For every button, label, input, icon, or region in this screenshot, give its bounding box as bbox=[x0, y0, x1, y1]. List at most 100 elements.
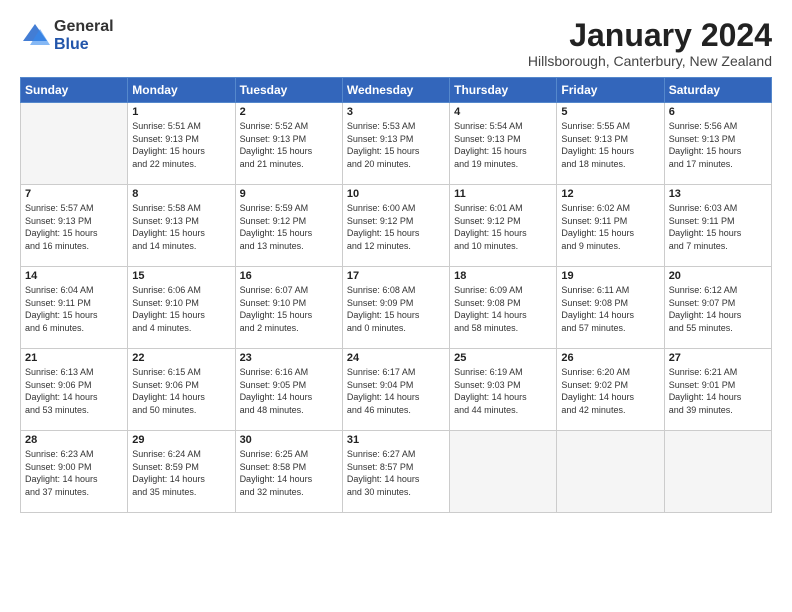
day-number: 19 bbox=[561, 270, 659, 282]
cell-details: Sunrise: 6:15 AMSunset: 9:06 PMDaylight:… bbox=[132, 366, 230, 416]
day-number: 10 bbox=[347, 188, 445, 200]
day-number: 4 bbox=[454, 106, 552, 118]
day-number: 8 bbox=[132, 188, 230, 200]
cell-details: Sunrise: 6:00 AMSunset: 9:12 PMDaylight:… bbox=[347, 202, 445, 252]
cell-details: Sunrise: 5:59 AMSunset: 9:12 PMDaylight:… bbox=[240, 202, 338, 252]
calendar-cell bbox=[557, 431, 664, 513]
calendar-cell: 19 Sunrise: 6:11 AMSunset: 9:08 PMDayligh… bbox=[557, 267, 664, 349]
calendar-cell: 24Sunrise: 6:17 AMSunset: 9:04 PMDayligh… bbox=[342, 349, 449, 431]
day-number: 9 bbox=[240, 188, 338, 200]
day-number: 23 bbox=[240, 352, 338, 364]
cell-details: Sunrise: 5:57 AMSunset: 9:13 PMDaylight:… bbox=[25, 202, 123, 252]
day-number: 14 bbox=[25, 270, 123, 282]
weekday-header-row: SundayMondayTuesdayWednesdayThursdayFrid… bbox=[21, 78, 772, 103]
calendar-cell: 21 Sunrise: 6:13 AMSunset: 9:06 PMDayligh… bbox=[21, 349, 128, 431]
weekday-header-thursday: Thursday bbox=[450, 78, 557, 103]
weekday-header-tuesday: Tuesday bbox=[235, 78, 342, 103]
cell-details: Sunrise: 6:27 AMSunset: 8:57 PMDaylight:… bbox=[347, 448, 445, 498]
cell-details: Sunrise: 6:09 AMSunset: 9:08 PMDaylight:… bbox=[454, 284, 552, 334]
cell-details: Sunrise: 5:51 AMSunset: 9:13 PMDaylight:… bbox=[132, 120, 230, 170]
cell-details: Sunrise: 6:17 AMSunset: 9:04 PMDaylight:… bbox=[347, 366, 445, 416]
day-number: 3 bbox=[347, 106, 445, 118]
day-number: 17 bbox=[347, 270, 445, 282]
cell-details: Sunrise: 6:06 AMSunset: 9:10 PMDaylight:… bbox=[132, 284, 230, 334]
day-number: 15 bbox=[132, 270, 230, 282]
day-number: 21 bbox=[25, 352, 123, 364]
cell-details: Sunrise: 6:08 AMSunset: 9:09 PMDaylight:… bbox=[347, 284, 445, 334]
logo-text: General Blue bbox=[54, 18, 114, 53]
calendar-cell: 9 Sunrise: 5:59 AMSunset: 9:12 PMDaylight… bbox=[235, 185, 342, 267]
weekday-header-friday: Friday bbox=[557, 78, 664, 103]
calendar-cell bbox=[664, 431, 771, 513]
logo-blue: Blue bbox=[54, 36, 114, 54]
calendar-cell: 11Sunrise: 6:01 AMSunset: 9:12 PMDayligh… bbox=[450, 185, 557, 267]
logo-general: General bbox=[54, 18, 114, 36]
day-number: 27 bbox=[669, 352, 767, 364]
cell-details: Sunrise: 6:16 AMSunset: 9:05 PMDaylight:… bbox=[240, 366, 338, 416]
calendar-cell: 8 Sunrise: 5:58 AMSunset: 9:13 PMDaylight… bbox=[128, 185, 235, 267]
cell-details: Sunrise: 5:58 AMSunset: 9:13 PMDaylight:… bbox=[132, 202, 230, 252]
calendar: SundayMondayTuesdayWednesdayThursdayFrid… bbox=[20, 77, 772, 513]
calendar-cell: 31 Sunrise: 6:27 AMSunset: 8:57 PMDayligh… bbox=[342, 431, 449, 513]
weekday-header-wednesday: Wednesday bbox=[342, 78, 449, 103]
day-number: 12 bbox=[561, 188, 659, 200]
calendar-cell: 27 Sunrise: 6:21 AMSunset: 9:01 PMDayligh… bbox=[664, 349, 771, 431]
cell-details: Sunrise: 6:02 AMSunset: 9:11 PMDaylight:… bbox=[561, 202, 659, 252]
calendar-cell: 7Sunrise: 5:57 AMSunset: 9:13 PMDaylight… bbox=[21, 185, 128, 267]
week-row-4: 28 Sunrise: 6:23 AMSunset: 9:00 PMDayligh… bbox=[21, 431, 772, 513]
cell-details: Sunrise: 5:56 AMSunset: 9:13 PMDaylight:… bbox=[669, 120, 767, 170]
cell-details: Sunrise: 6:04 AMSunset: 9:11 PMDaylight:… bbox=[25, 284, 123, 334]
cell-details: Sunrise: 5:52 AMSunset: 9:13 PMDaylight:… bbox=[240, 120, 338, 170]
cell-details: Sunrise: 6:07 AMSunset: 9:10 PMDaylight:… bbox=[240, 284, 338, 334]
calendar-cell: 23 Sunrise: 6:16 AMSunset: 9:05 PMDayligh… bbox=[235, 349, 342, 431]
calendar-cell: 28 Sunrise: 6:23 AMSunset: 9:00 PMDayligh… bbox=[21, 431, 128, 513]
calendar-cell: 22 Sunrise: 6:15 AMSunset: 9:06 PMDayligh… bbox=[128, 349, 235, 431]
calendar-cell: 26Sunrise: 6:20 AMSunset: 9:02 PMDayligh… bbox=[557, 349, 664, 431]
title-block: January 2024 Hillsborough, Canterbury, N… bbox=[528, 18, 772, 69]
day-number: 28 bbox=[25, 434, 123, 446]
page: General Blue January 2024 Hillsborough, … bbox=[0, 0, 792, 612]
calendar-cell: 10 Sunrise: 6:00 AMSunset: 9:12 PMDayligh… bbox=[342, 185, 449, 267]
day-number: 22 bbox=[132, 352, 230, 364]
day-number: 5 bbox=[561, 106, 659, 118]
weekday-header-sunday: Sunday bbox=[21, 78, 128, 103]
cell-details: Sunrise: 6:24 AMSunset: 8:59 PMDaylight:… bbox=[132, 448, 230, 498]
cell-details: Sunrise: 6:03 AMSunset: 9:11 PMDaylight:… bbox=[669, 202, 767, 252]
logo: General Blue bbox=[20, 18, 114, 53]
week-row-3: 21 Sunrise: 6:13 AMSunset: 9:06 PMDayligh… bbox=[21, 349, 772, 431]
week-row-2: 14 Sunrise: 6:04 AMSunset: 9:11 PMDayligh… bbox=[21, 267, 772, 349]
week-row-0: 1 Sunrise: 5:51 AMSunset: 9:13 PMDaylight… bbox=[21, 103, 772, 185]
calendar-cell: 14 Sunrise: 6:04 AMSunset: 9:11 PMDayligh… bbox=[21, 267, 128, 349]
calendar-cell: 4 Sunrise: 5:54 AMSunset: 9:13 PMDaylight… bbox=[450, 103, 557, 185]
cell-details: Sunrise: 6:19 AMSunset: 9:03 PMDaylight:… bbox=[454, 366, 552, 416]
calendar-cell: 3 Sunrise: 5:53 AMSunset: 9:13 PMDaylight… bbox=[342, 103, 449, 185]
calendar-cell: 13 Sunrise: 6:03 AMSunset: 9:11 PMDayligh… bbox=[664, 185, 771, 267]
cell-details: Sunrise: 6:23 AMSunset: 9:00 PMDaylight:… bbox=[25, 448, 123, 498]
cell-details: Sunrise: 6:12 AMSunset: 9:07 PMDaylight:… bbox=[669, 284, 767, 334]
day-number: 18 bbox=[454, 270, 552, 282]
week-row-1: 7Sunrise: 5:57 AMSunset: 9:13 PMDaylight… bbox=[21, 185, 772, 267]
calendar-cell: 25 Sunrise: 6:19 AMSunset: 9:03 PMDayligh… bbox=[450, 349, 557, 431]
header: General Blue January 2024 Hillsborough, … bbox=[20, 18, 772, 69]
cell-details: Sunrise: 6:21 AMSunset: 9:01 PMDaylight:… bbox=[669, 366, 767, 416]
calendar-cell: 30Sunrise: 6:25 AMSunset: 8:58 PMDayligh… bbox=[235, 431, 342, 513]
calendar-cell: 6Sunrise: 5:56 AMSunset: 9:13 PMDaylight… bbox=[664, 103, 771, 185]
cell-details: Sunrise: 5:54 AMSunset: 9:13 PMDaylight:… bbox=[454, 120, 552, 170]
day-number: 2 bbox=[240, 106, 338, 118]
cell-details: Sunrise: 6:01 AMSunset: 9:12 PMDaylight:… bbox=[454, 202, 552, 252]
day-number: 29 bbox=[132, 434, 230, 446]
cell-details: Sunrise: 6:13 AMSunset: 9:06 PMDaylight:… bbox=[25, 366, 123, 416]
cell-details: Sunrise: 5:53 AMSunset: 9:13 PMDaylight:… bbox=[347, 120, 445, 170]
day-number: 13 bbox=[669, 188, 767, 200]
calendar-cell: 18 Sunrise: 6:09 AMSunset: 9:08 PMDayligh… bbox=[450, 267, 557, 349]
day-number: 1 bbox=[132, 106, 230, 118]
cell-details: Sunrise: 6:11 AMSunset: 9:08 PMDaylight:… bbox=[561, 284, 659, 334]
cell-details: Sunrise: 6:20 AMSunset: 9:02 PMDaylight:… bbox=[561, 366, 659, 416]
calendar-cell: 12 Sunrise: 6:02 AMSunset: 9:11 PMDayligh… bbox=[557, 185, 664, 267]
calendar-cell: 16Sunrise: 6:07 AMSunset: 9:10 PMDayligh… bbox=[235, 267, 342, 349]
logo-icon bbox=[20, 21, 50, 51]
calendar-cell: 1 Sunrise: 5:51 AMSunset: 9:13 PMDaylight… bbox=[128, 103, 235, 185]
day-number: 31 bbox=[347, 434, 445, 446]
day-number: 25 bbox=[454, 352, 552, 364]
weekday-header-monday: Monday bbox=[128, 78, 235, 103]
